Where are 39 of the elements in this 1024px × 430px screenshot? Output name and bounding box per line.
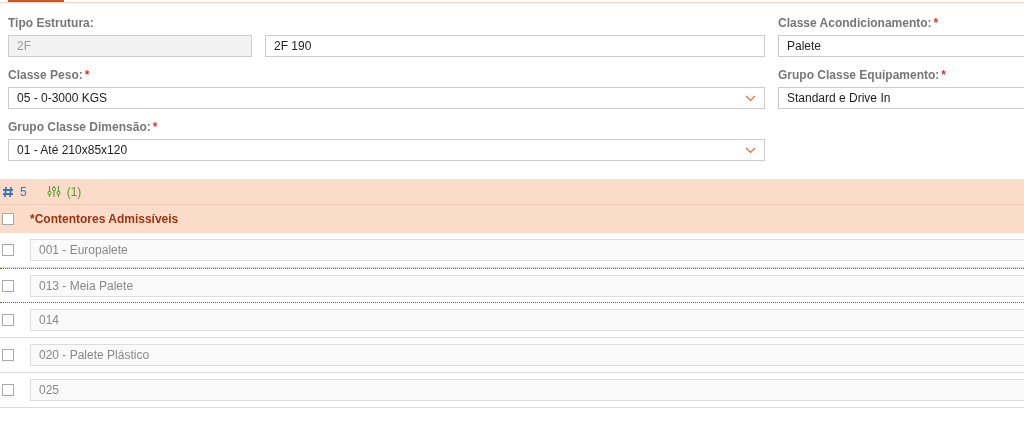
hash-icon [2, 185, 14, 198]
field-label: Grupo Classe Equipamento: [778, 67, 940, 84]
field-label: Classe Acondicionamento: [778, 15, 932, 32]
grid-row[interactable]: 001 - Europalete [0, 233, 1024, 268]
row-checkbox[interactable] [2, 244, 14, 256]
select-all-checkbox[interactable] [2, 213, 14, 225]
filter-count: (1) [66, 184, 82, 199]
chevron-down-icon [745, 146, 756, 154]
table-cell: 020 - Palete Plástico [30, 344, 1024, 366]
grid-row[interactable]: 013 - Meia Palete [0, 268, 1024, 303]
row-checkbox[interactable] [2, 349, 14, 361]
text-field[interactable]: Palete [778, 35, 1024, 57]
required-mark: * [941, 67, 947, 84]
table-cell: 014 [30, 309, 1024, 331]
code-field[interactable]: 2F [8, 35, 252, 57]
field-label: Classe Peso: [8, 67, 83, 84]
required-mark: * [152, 119, 158, 136]
table-cell: 013 - Meia Palete [30, 274, 1024, 297]
required-mark: * [933, 15, 939, 32]
grid-row[interactable]: 014 [0, 303, 1024, 338]
required-mark: * [84, 67, 90, 84]
row-checkbox[interactable] [2, 279, 14, 292]
sliders-icon[interactable] [46, 185, 61, 198]
grid-row[interactable]: 020 - Palete Plástico [0, 338, 1024, 373]
text-field[interactable]: Standard e Drive In [778, 87, 1024, 109]
row-checkbox[interactable] [2, 384, 14, 396]
text-field[interactable]: 2F 190 [265, 35, 765, 57]
grid-row[interactable]: 025 [0, 373, 1024, 408]
field-label: Grupo Classe Dimensão: [8, 119, 151, 136]
chevron-down-icon [745, 94, 756, 102]
row-count: 5 [20, 184, 27, 199]
row-checkbox[interactable] [2, 314, 14, 326]
active-tab-indicator [8, 0, 64, 2]
select-field[interactable]: 01 - Até 210x85x120 [8, 139, 765, 161]
table-cell: 025 [30, 379, 1024, 401]
select-field[interactable]: 05 - 0-3000 KGS [8, 87, 765, 109]
column-title: *Contentores Admissíveis [30, 212, 179, 226]
field-label: Tipo Estrutura: [8, 15, 94, 32]
table-cell: 001 - Europalete [30, 239, 1024, 261]
